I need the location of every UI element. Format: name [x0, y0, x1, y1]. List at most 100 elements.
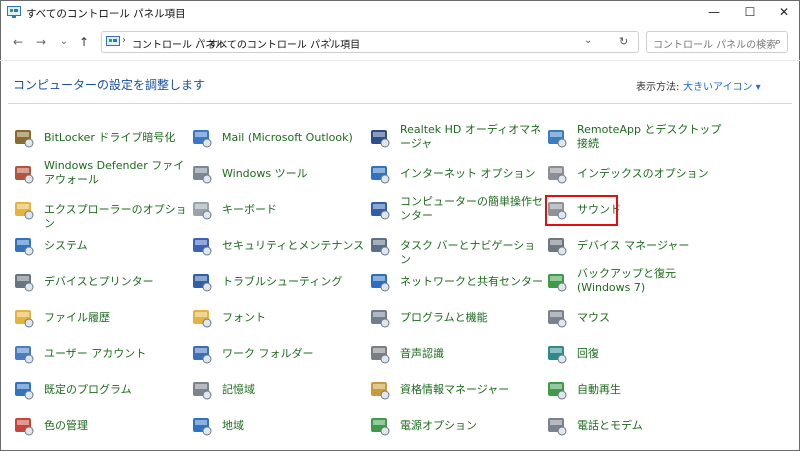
item-label: バックアップと復元 (Windows 7): [577, 267, 676, 294]
control-panel-item[interactable]: ワーク フォルダー: [191, 343, 361, 375]
control-panel-item[interactable]: 既定のプログラム: [13, 379, 183, 411]
item-label: Windows ツール: [222, 167, 308, 180]
view-by-dropdown[interactable]: 大きいアイコン ▾: [683, 78, 761, 93]
power-options-icon: [371, 418, 390, 436]
default-programs-icon: [15, 382, 34, 400]
breadcrumb-all-items[interactable]: すべてのコントロール パネル項目: [208, 36, 360, 51]
selection-highlight: [545, 195, 618, 226]
control-panel-item[interactable]: Windows ツール: [191, 163, 361, 195]
control-panel-item[interactable]: 地域: [191, 415, 361, 447]
refresh-icon[interactable]: ↻: [619, 35, 628, 48]
windows-tools-icon: [193, 166, 212, 184]
page-title: コンピューターの設定を調整します: [13, 78, 206, 92]
printer-icon: [15, 274, 34, 292]
control-panel-item[interactable]: 電話とモデム: [546, 415, 716, 447]
up-button[interactable]: ↑: [76, 34, 92, 50]
control-panel-item[interactable]: エクスプローラーのオプション: [13, 199, 187, 231]
window-title: すべてのコントロール パネル項目: [26, 8, 186, 20]
item-label: プログラムと機能: [400, 311, 488, 324]
backup-icon: [548, 274, 567, 292]
search-input[interactable]: コントロール パネルの検索: [653, 36, 776, 51]
item-label: コンピューターの簡単操作センター: [400, 195, 543, 222]
address-dropdown-icon[interactable]: ⌄: [584, 35, 592, 46]
control-panel-icon: [7, 6, 21, 18]
control-panel-item[interactable]: フォント: [191, 307, 361, 339]
title-bar: すべてのコントロール パネル項目: [0, 0, 800, 26]
item-label: マウス: [577, 311, 610, 324]
breadcrumb-separator: ›: [198, 35, 202, 46]
item-label: ワーク フォルダー: [222, 347, 314, 360]
control-panel-item[interactable]: インターネット オプション: [369, 163, 539, 195]
control-panel-item[interactable]: デバイスとプリンター: [13, 271, 183, 303]
indexing-icon: [548, 166, 567, 184]
back-arrow-icon: ←: [12, 35, 24, 49]
control-panel-item[interactable]: Windows Defender ファイアウォール: [13, 159, 184, 195]
storage-spaces-icon: [193, 382, 212, 400]
divider: [8, 103, 792, 104]
control-panel-item[interactable]: 音声認識: [369, 343, 539, 375]
address-bar[interactable]: › コントロール パネル › すべてのコントロール パネル項目 › ⌄ ↻: [101, 31, 639, 53]
item-label: キーボード: [222, 203, 277, 216]
control-panel-item[interactable]: 記憶域: [191, 379, 361, 411]
control-panel-item[interactable]: プログラムと機能: [369, 307, 539, 339]
item-label: システム: [44, 239, 88, 252]
realtek-audio-icon: [371, 130, 390, 148]
item-label: 回復: [577, 347, 599, 360]
item-label: 色の管理: [44, 419, 88, 432]
control-panel-item[interactable]: デバイス マネージャー: [546, 235, 716, 267]
control-panel-item[interactable]: バックアップと復元 (Windows 7): [546, 267, 716, 303]
control-panel-item[interactable]: ネットワークと共有センター: [369, 271, 543, 303]
control-panel-item[interactable]: Mail (Microsoft Outlook): [191, 127, 361, 159]
control-panel-item[interactable]: インデックスのオプション: [546, 163, 716, 195]
control-panel-item[interactable]: トラブルシューティング: [191, 271, 361, 303]
security-flag-icon: [193, 238, 212, 256]
control-panel-item[interactable]: BitLocker ドライブ暗号化: [13, 127, 183, 159]
minimize-button[interactable]: —: [696, 0, 732, 24]
control-panel-item[interactable]: 色の管理: [13, 415, 183, 447]
control-panel-icon: [106, 36, 120, 46]
troubleshoot-icon: [193, 274, 212, 292]
item-label: 電話とモデム: [577, 419, 643, 432]
control-panel-item[interactable]: 回復: [546, 343, 716, 375]
control-panel-item[interactable]: 自動再生: [546, 379, 716, 411]
internet-options-icon: [371, 166, 390, 184]
region-icon: [193, 418, 212, 436]
divider: [0, 60, 800, 61]
maximize-button[interactable]: ☐: [732, 0, 768, 24]
programs-icon: [371, 310, 390, 328]
close-icon: ✕: [778, 5, 790, 19]
bitlocker-icon: [15, 130, 34, 148]
control-panel-item[interactable]: マウス: [546, 307, 716, 339]
control-panel-item[interactable]: Realtek HD オーディオマネージャ: [369, 123, 541, 159]
control-panel-item[interactable]: ファイル履歴: [13, 307, 183, 339]
control-panel-item[interactable]: 電源オプション: [369, 415, 539, 447]
forward-arrow-icon: →: [35, 35, 47, 49]
search-icon[interactable]: ⌕: [775, 35, 781, 49]
item-label: ネットワークと共有センター: [400, 275, 543, 288]
control-panel-item[interactable]: 資格情報マネージャー: [369, 379, 539, 411]
ease-of-access-icon: [371, 202, 390, 220]
control-panel-item[interactable]: タスク バーとナビゲーション: [369, 235, 539, 267]
forward-button[interactable]: →: [33, 34, 49, 50]
control-panel-item[interactable]: セキュリティとメンテナンス: [191, 235, 364, 267]
control-panel-item[interactable]: システム: [13, 235, 183, 267]
search-box[interactable]: コントロール パネルの検索 ⌕: [646, 31, 788, 53]
item-label: エクスプローラーのオプション: [44, 203, 187, 230]
recent-locations-button[interactable]: ⌄: [56, 33, 72, 49]
keyboard-icon: [193, 202, 212, 220]
fonts-icon: [193, 310, 212, 328]
item-label: ファイル履歴: [44, 311, 110, 324]
close-button[interactable]: ✕: [766, 0, 800, 24]
control-panel-item[interactable]: コンピューターの簡単操作センター: [369, 195, 543, 231]
item-label: デバイス マネージャー: [577, 239, 690, 252]
control-panel-item[interactable]: ユーザー アカウント: [13, 343, 183, 375]
breadcrumb-separator: ›: [122, 35, 126, 46]
item-label: Windows Defender ファイアウォール: [44, 159, 185, 186]
back-button[interactable]: ←: [10, 34, 26, 50]
view-by-label: 表示方法:: [636, 82, 680, 93]
item-label: Mail (Microsoft Outlook): [222, 131, 353, 144]
file-history-icon: [15, 310, 34, 328]
control-panel-item[interactable]: キーボード: [191, 199, 361, 231]
control-panel-item[interactable]: RemoteApp とデスクトップ接続: [546, 123, 721, 159]
item-label: 電源オプション: [400, 419, 477, 432]
